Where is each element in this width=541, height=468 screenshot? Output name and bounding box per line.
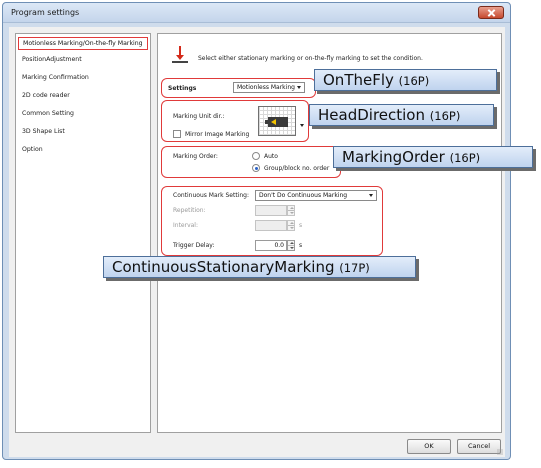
- mirror-image-label: Mirror Image Marking: [185, 131, 250, 138]
- marking-order-group-radio[interactable]: [252, 164, 260, 172]
- marking-laser-icon: [172, 46, 188, 64]
- title-bar[interactable]: Program settings: [3, 3, 510, 23]
- ok-button[interactable]: OK: [407, 439, 451, 454]
- callout-continuous-stationary-marking: ContinuousStationaryMarking (17P): [103, 256, 416, 278]
- sidebar-item-position-adjustment[interactable]: PositionAdjustment: [18, 54, 148, 67]
- close-button[interactable]: [478, 6, 504, 19]
- resize-grip[interactable]: [497, 449, 503, 455]
- callout-head-direction-name: HeadDirection: [318, 106, 425, 124]
- sidebar-item-option[interactable]: Option: [18, 144, 148, 157]
- window-title: Program settings: [11, 8, 80, 17]
- marking-mode-select[interactable]: Motionless Marking: [233, 82, 305, 93]
- marking-mode-value: Motionless Marking: [237, 84, 295, 91]
- interval-label: Interval:: [173, 222, 198, 229]
- sidebar-item-marking-confirmation[interactable]: Marking Confirmation: [18, 72, 148, 85]
- panel-hint-text: Select either stationary marking or on-t…: [198, 55, 423, 62]
- settings-panel: Select either stationary marking or on-t…: [157, 33, 502, 433]
- repetition-spinner: [287, 205, 295, 216]
- callout-on-the-fly-page: (16P): [398, 74, 430, 88]
- sidebar-item-2d-code-reader[interactable]: 2D code reader: [18, 90, 148, 103]
- sidebar-item-3d-shape-list[interactable]: 3D Shape List: [18, 126, 148, 139]
- chevron-down-icon: [369, 194, 373, 197]
- trigger-delay-input[interactable]: 0.0: [255, 240, 287, 251]
- sidebar-item-motionless-marking[interactable]: Motionless Marking/On-the-fly Marking: [18, 37, 148, 50]
- settings-label: Settings: [168, 85, 197, 92]
- callout-marking-order: MarkingOrder (16P): [333, 146, 533, 168]
- interval-input: [255, 220, 287, 231]
- marking-order-auto-radio[interactable]: [252, 152, 260, 160]
- marking-unit-dir-label: Marking Unit dir.:: [173, 113, 225, 120]
- marking-order-group-label: Group/block no. order: [264, 165, 330, 172]
- marking-order-auto-label: Auto: [264, 153, 278, 160]
- callout-marking-order-page: (16P): [449, 151, 481, 165]
- callout-continuous-page: (17P): [339, 261, 370, 275]
- callout-continuous-name: ContinuousStationaryMarking: [112, 258, 335, 276]
- trigger-delay-label: Trigger Delay:: [173, 242, 215, 249]
- chevron-down-icon[interactable]: [300, 124, 304, 127]
- repetition-label: Repetition:: [173, 207, 206, 214]
- marking-head-icon: [265, 117, 288, 127]
- head-direction-picker[interactable]: [258, 106, 296, 136]
- callout-head-direction-page: (16P): [429, 109, 461, 123]
- dialog-client-area: Motionless Marking/On-the-fly Marking Po…: [9, 27, 505, 457]
- interval-spinner: [287, 220, 295, 231]
- continuous-mark-value: Don't Do Continuous Marking: [259, 192, 348, 199]
- sidebar-item-common-setting[interactable]: Common Setting: [18, 108, 148, 121]
- repetition-input: [255, 205, 287, 216]
- interval-unit: s: [299, 222, 303, 229]
- trigger-delay-spinner[interactable]: [287, 240, 295, 251]
- mirror-image-checkbox[interactable]: [173, 130, 181, 138]
- callout-marking-order-name: MarkingOrder: [342, 148, 445, 166]
- continuous-mark-label: Continuous Mark Setting:: [173, 192, 250, 199]
- callout-on-the-fly-name: OnTheFly: [323, 71, 394, 89]
- continuous-mark-select[interactable]: Don't Do Continuous Marking: [255, 190, 377, 201]
- callout-head-direction: HeadDirection (16P): [309, 104, 494, 126]
- chevron-down-icon: [297, 86, 301, 89]
- marking-order-label: Marking Order:: [173, 153, 218, 160]
- settings-nav-list: Motionless Marking/On-the-fly Marking Po…: [15, 33, 151, 433]
- cancel-button[interactable]: Cancel: [457, 439, 501, 454]
- trigger-delay-unit: s: [299, 242, 303, 249]
- callout-on-the-fly: OnTheFly (16P): [314, 69, 497, 91]
- marking-order-group: [161, 146, 341, 178]
